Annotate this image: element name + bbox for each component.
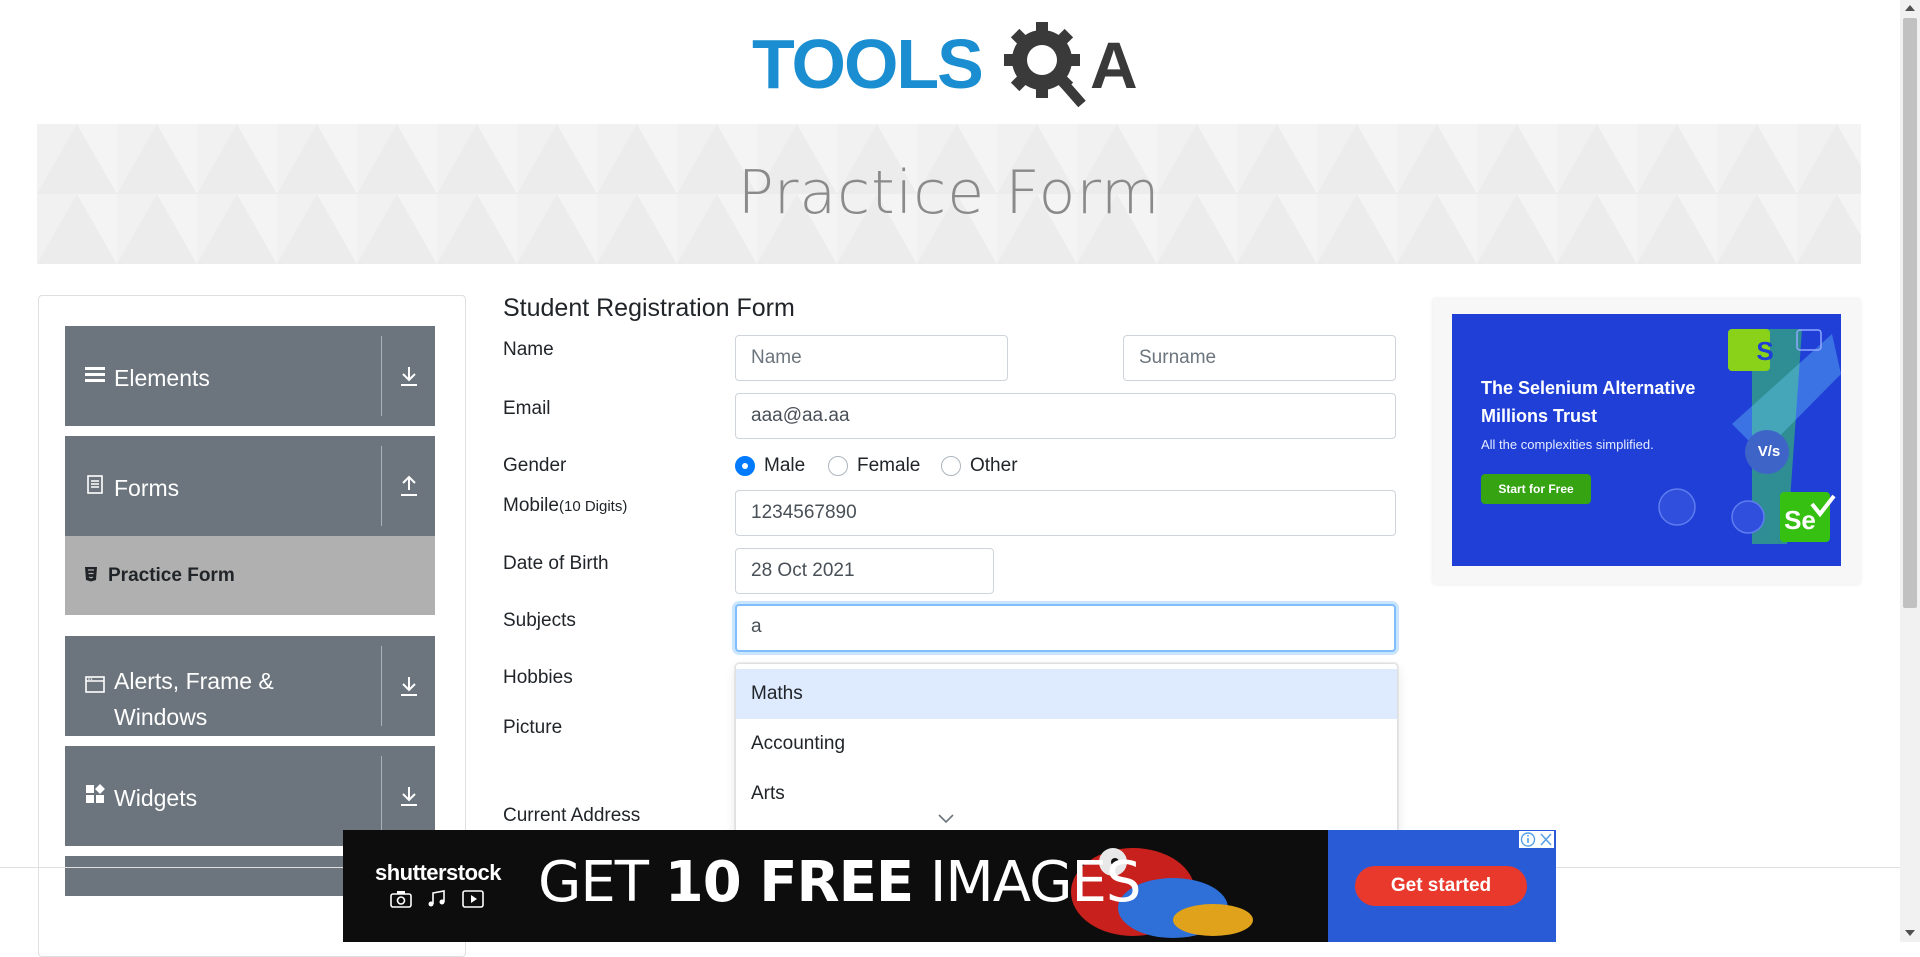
camera-icon (390, 891, 412, 908)
shutterstock-logo: shutterstock (375, 860, 502, 885)
gender-radio-female[interactable]: Female (828, 455, 920, 477)
headline-pre: GET (538, 850, 665, 915)
chevron-down-icon[interactable] (937, 812, 955, 824)
picture-label: Picture (503, 717, 563, 738)
ad-logo-se: Se (1784, 505, 1816, 535)
ad-title: The Selenium Alternative Millions Trust (1481, 378, 1696, 426)
suggestion-option[interactable]: Arts (736, 769, 1397, 819)
label-line-2: Windows (114, 704, 208, 730)
sidebar-group-label: Elements (114, 365, 210, 391)
email-input[interactable]: aaa@aa.aa (735, 393, 1396, 439)
html5-icon (85, 567, 97, 582)
form-title: Student Registration Form (503, 294, 795, 322)
name-label: Name (503, 339, 554, 360)
document-icon (87, 475, 103, 494)
divider (381, 646, 382, 726)
music-note-icon (428, 890, 445, 907)
scroll-up-icon[interactable] (1905, 5, 1915, 11)
divider (381, 336, 382, 416)
headline-post: IMAGES (913, 850, 1141, 915)
ad-info-icon[interactable] (1520, 832, 1536, 847)
radio-label: Other (970, 455, 1018, 476)
page-title: Practice Form (737, 158, 1161, 228)
radio-unchecked-icon[interactable] (941, 456, 961, 476)
mobile-label-text: Mobile (503, 495, 559, 516)
sidebar-group-label: Widgets (114, 785, 198, 811)
close-icon[interactable] (1540, 833, 1552, 846)
label-line-1: Alerts, Frame & (114, 668, 274, 694)
hamburger-icon (85, 367, 105, 382)
suggestion-option[interactable]: Accounting (736, 719, 1397, 769)
ad-start-free-button[interactable]: Start for Free (1481, 474, 1591, 504)
sidebar-group-forms[interactable]: Forms (65, 436, 435, 536)
gender-radio-male[interactable]: Male (735, 455, 805, 477)
get-started-button[interactable]: Get started (1355, 866, 1527, 906)
scroll-down-icon[interactable] (1905, 930, 1915, 936)
download-arrow-icon[interactable] (398, 784, 420, 808)
video-play-icon (462, 890, 484, 908)
ad-headline: GET 10 FREE IMAGES (538, 850, 1141, 915)
dob-label: Date of Birth (503, 553, 609, 574)
first-name-input[interactable]: Name (735, 335, 1008, 381)
logo-tools-text: TOOLS (752, 25, 982, 103)
download-arrow-icon[interactable] (398, 674, 420, 698)
sidebar-group-alerts-frame-windows[interactable]: Alerts, Frame & Windows (65, 636, 435, 736)
divider (381, 446, 382, 526)
sidebar-item-practice-form[interactable]: Practice Form (65, 536, 435, 615)
gender-label: Gender (503, 455, 567, 476)
download-arrow-icon[interactable] (398, 364, 420, 388)
subjects-input[interactable]: a (735, 604, 1396, 652)
radio-unchecked-icon[interactable] (828, 456, 848, 476)
sidebar-group-elements[interactable]: Elements (65, 326, 435, 426)
current-address-label: Current Address (503, 805, 641, 826)
window-icon (85, 676, 105, 693)
upload-arrow-icon[interactable] (398, 474, 420, 498)
gear-icon (1004, 22, 1086, 108)
radio-label: Female (857, 455, 921, 476)
email-label: Email (503, 398, 551, 419)
subjects-suggestions-menu: Maths Accounting Arts (735, 663, 1398, 835)
radio-checked-icon[interactable] (735, 456, 755, 476)
sidebar-group-label: Forms (114, 475, 180, 501)
radio-label: Male (764, 455, 806, 476)
sidebar-group-label: Alerts, Frame & Windows (114, 663, 274, 735)
suggestion-option[interactable]: Maths (736, 669, 1397, 719)
divider (381, 756, 382, 836)
scrollbar-thumb[interactable] (1903, 18, 1917, 608)
toolsqa-logo[interactable]: TOOLS QA A (752, 20, 1152, 112)
gender-radio-other[interactable]: Other (941, 455, 1018, 477)
headline-bold: 10 FREE (664, 850, 914, 915)
subjects-label: Subjects (503, 610, 576, 631)
ad-vs-text: V/s (1757, 443, 1781, 460)
ad-controls (1519, 831, 1554, 848)
mobile-input[interactable]: 1234567890 (735, 490, 1396, 536)
mobile-hint: (10 Digits) (558, 498, 628, 515)
sidebar-item-label: Practice Form (108, 565, 235, 586)
last-name-input[interactable]: Surname (1123, 335, 1396, 381)
ad-logo-s: S (1756, 336, 1774, 366)
ad-subtitle: All the complexities simplified. (1481, 437, 1654, 452)
hobbies-label: Hobbies (503, 667, 573, 688)
widgets-icon (86, 784, 105, 803)
svg-text:A: A (1090, 28, 1138, 102)
mobile-label: Mobile(10 Digits) (503, 495, 627, 517)
date-of-birth-input[interactable]: 28 Oct 2021 (735, 548, 994, 594)
ad-media-icons (390, 890, 484, 908)
